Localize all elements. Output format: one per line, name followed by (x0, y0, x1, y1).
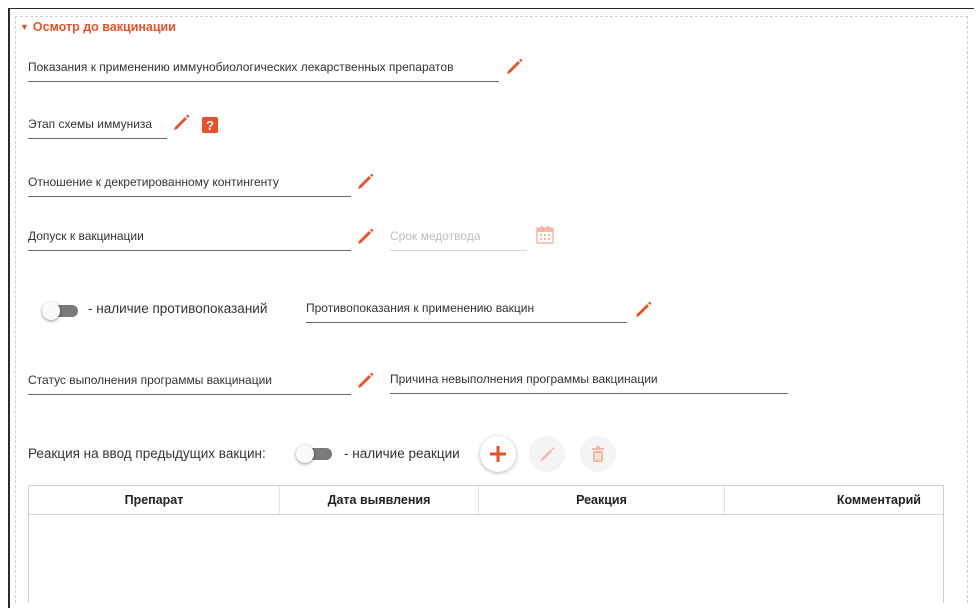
column-header-reaction[interactable]: Реакция (478, 486, 724, 514)
add-reaction-button[interactable] (480, 436, 516, 472)
svg-text:?: ? (206, 118, 214, 133)
reaction-label: Реакция на ввод предыдущих вакцин: (28, 446, 266, 461)
contraindications-toggle-label: - наличие противопоказаний (88, 301, 268, 316)
column-header-drug[interactable]: Препарат (29, 486, 279, 514)
reactions-table: Препарат Дата выявления Реакция Коммента… (28, 485, 944, 603)
question-icon[interactable]: ? (202, 117, 218, 133)
pencil-icon[interactable] (355, 171, 375, 191)
column-header-comment[interactable]: Комментарий (724, 486, 943, 514)
plus-icon (490, 446, 506, 462)
exemption-term-field: Срок медотвода (390, 229, 527, 251)
delete-reaction-button (580, 436, 616, 472)
admission-field[interactable]: Допуск к вакцинации (28, 229, 351, 251)
indications-field[interactable]: Показания к применению иммунобиологическ… (28, 60, 499, 82)
toggle-knob (296, 445, 314, 463)
program-status-field[interactable]: Статус выполнения программы вакцинации (28, 373, 351, 395)
table-header: Препарат Дата выявления Реакция Коммента… (29, 486, 943, 515)
pencil-icon[interactable] (504, 56, 524, 76)
pencil-icon[interactable] (171, 112, 191, 132)
collapse-arrow-icon: ▼ (20, 22, 29, 32)
reaction-toggle[interactable] (296, 445, 334, 463)
stage-field[interactable]: Этап схемы иммуниза (28, 117, 167, 139)
column-header-date[interactable]: Дата выявления (279, 486, 478, 514)
section-title: Осмотр до вакцинации (32, 20, 176, 34)
calendar-icon (536, 226, 554, 244)
edit-reaction-button (529, 436, 565, 472)
toggle-knob (42, 302, 60, 320)
noncompletion-reason-field[interactable]: Причина невыполнения программы вакцинаци… (390, 372, 788, 394)
section-toggle-exam[interactable]: ▼ Осмотр до вакцинации (20, 20, 176, 34)
contraindications-toggle[interactable] (42, 302, 80, 320)
decreed-contingent-field[interactable]: Отношение к декретированному контингенту (28, 175, 351, 197)
trash-icon (592, 446, 604, 462)
pencil-icon[interactable] (355, 226, 375, 246)
pencil-icon[interactable] (633, 299, 653, 319)
pencil-icon (540, 447, 555, 462)
pencil-icon[interactable] (355, 370, 375, 390)
contraindications-field[interactable]: Противопоказания к применению вакцин (306, 301, 627, 323)
reaction-toggle-label: - наличие реакции (344, 446, 460, 461)
